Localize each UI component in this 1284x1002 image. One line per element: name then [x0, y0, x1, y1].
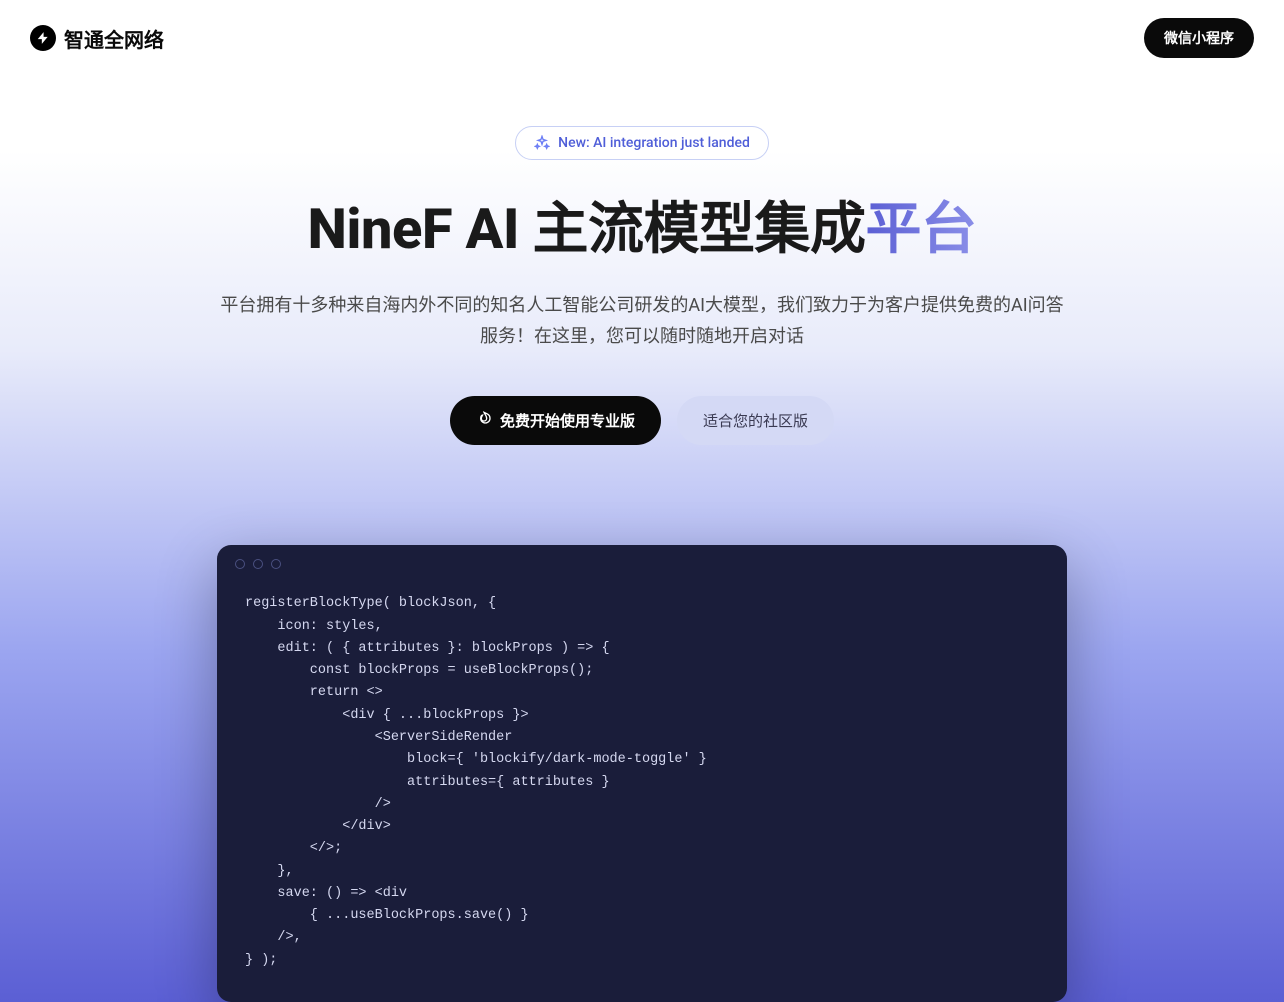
badge-text: New: AI integration just landed: [558, 135, 750, 151]
title-main: NineF AI 主流模型集成: [307, 196, 865, 262]
logo-text: 智通全网络: [64, 24, 164, 53]
code-snippet: registerBlockType( blockJson, { icon: st…: [217, 583, 1067, 1002]
announcement-badge[interactable]: New: AI integration just landed: [515, 126, 769, 160]
hero-subtitle: 平台拥有十多种来自海内外不同的知名人工智能公司研发的AI大模型，我们致力于为客户…: [217, 291, 1067, 352]
window-dot-icon: [271, 559, 281, 569]
window-dot-icon: [253, 559, 263, 569]
logo[interactable]: 智通全网络: [30, 24, 164, 53]
start-pro-button[interactable]: 免费开始使用专业版: [450, 396, 661, 445]
window-dot-icon: [235, 559, 245, 569]
hero-section: New: AI integration just landed NineF AI…: [192, 76, 1092, 485]
hero-title: NineF AI 主流模型集成平台: [212, 196, 1072, 263]
window-titlebar: [217, 545, 1067, 583]
title-accent: 平台: [866, 196, 977, 262]
sparkle-icon: [534, 135, 550, 151]
code-window: registerBlockType( blockJson, { icon: st…: [217, 545, 1067, 1002]
cta-row: 免费开始使用专业版 适合您的社区版: [212, 396, 1072, 445]
site-header: 智通全网络 微信小程序: [0, 0, 1284, 76]
wechat-miniprogram-button[interactable]: 微信小程序: [1144, 18, 1254, 58]
community-button[interactable]: 适合您的社区版: [677, 396, 834, 445]
fire-icon: [476, 411, 492, 431]
bolt-icon: [30, 25, 56, 51]
primary-btn-label: 免费开始使用专业版: [500, 410, 635, 431]
